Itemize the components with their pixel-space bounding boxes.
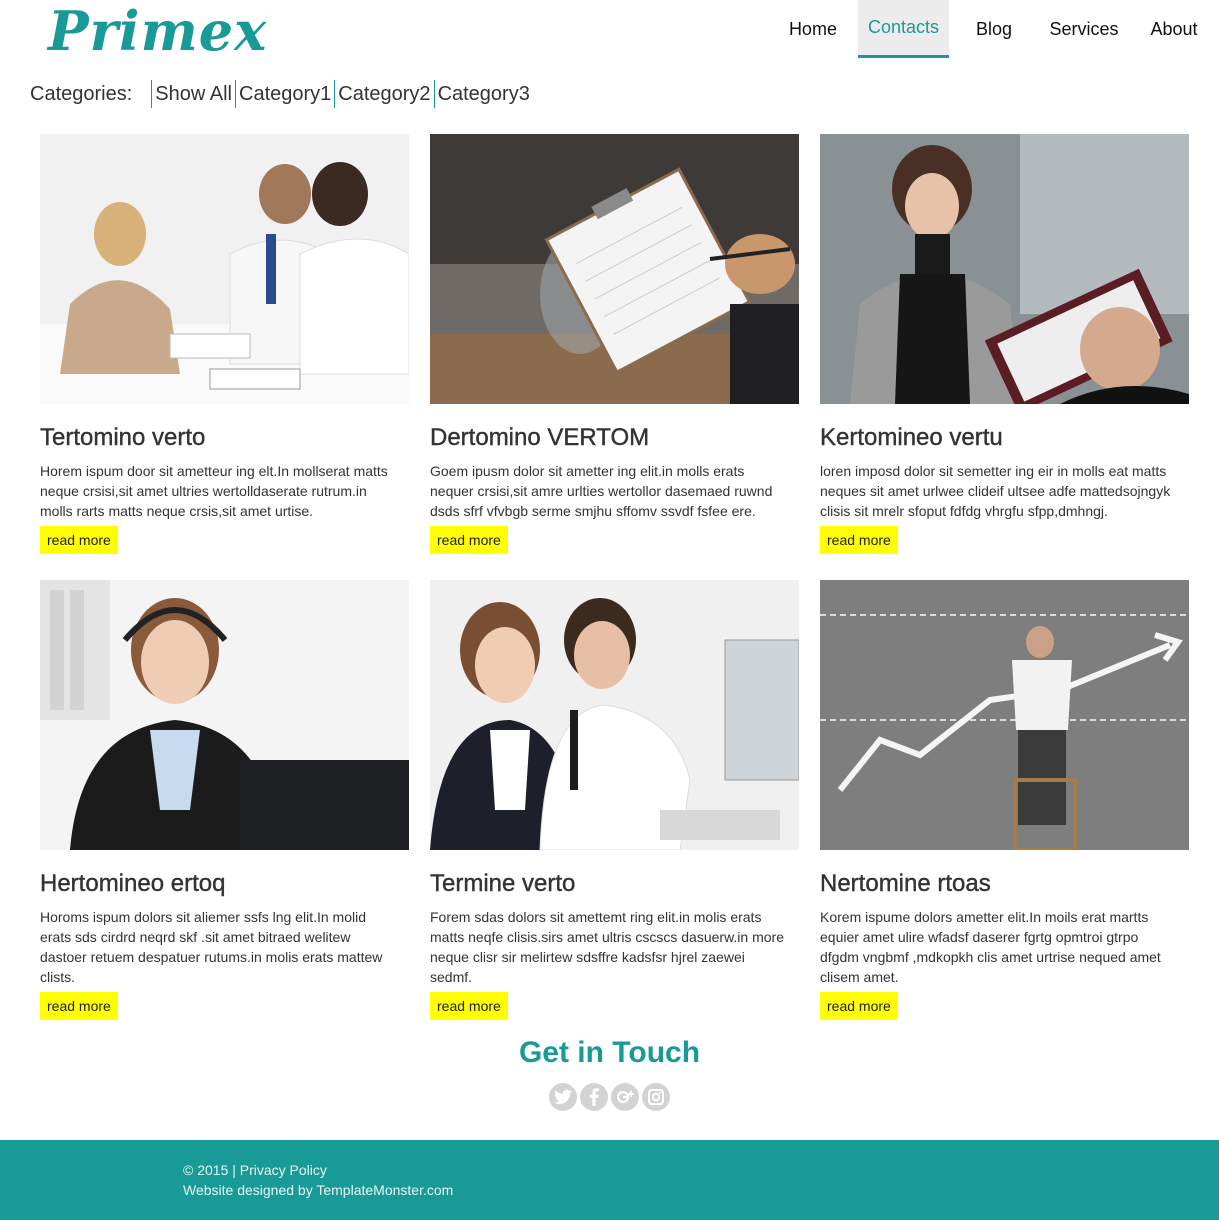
nav-about[interactable]: About: [1129, 0, 1219, 58]
card-photo-clipboard[interactable]: [430, 134, 799, 404]
read-more-button[interactable]: read more: [430, 992, 508, 1020]
card-title: Dertomino VERTOM: [430, 424, 650, 451]
credit-prefix: Website designed by: [183, 1182, 317, 1198]
designer-link[interactable]: TemplateMonster.com: [316, 1182, 453, 1198]
instagram-icon[interactable]: [642, 1083, 670, 1111]
google-plus-icon[interactable]: [611, 1083, 639, 1111]
facebook-icon[interactable]: [580, 1083, 608, 1111]
card-text: Horoms ispum dolors sit aliemer ssfs lng…: [40, 909, 383, 985]
read-more-button[interactable]: read more: [820, 992, 898, 1020]
card-title: Hertomineo ertoq: [40, 870, 226, 897]
nav-contacts[interactable]: Contacts: [857, 0, 949, 58]
card-title: Nertomine rtoas: [820, 870, 991, 897]
social-links: [549, 1083, 670, 1111]
card-text: Horem ispum door sit ametteur ing elt.In…: [40, 463, 388, 519]
footer-credit-line: Website designed by TemplateMonster.com: [183, 1182, 453, 1198]
portfolio-card: Nertomine rtoas Korem ispume dolors amet…: [820, 580, 1189, 1026]
portfolio-card: Kertomineo vertu loren imposd dolor sit …: [820, 134, 1189, 580]
logo[interactable]: Primex: [48, 0, 267, 62]
card-text: Korem ispume dolors ametter elit.In moil…: [820, 909, 1161, 985]
portfolio-card: Tertomino verto Horem ispum door sit ame…: [40, 134, 409, 580]
category-show-all[interactable]: Show All: [151, 80, 235, 108]
category-3[interactable]: Category3: [433, 80, 533, 108]
portfolio-card: Termine verto Forem sdas dolors sit amet…: [430, 580, 799, 1026]
twitter-icon[interactable]: [549, 1083, 577, 1111]
card-text: Forem sdas dolors sit amettemt ring elit…: [430, 909, 784, 985]
card-title: Termine verto: [430, 870, 576, 897]
category-2[interactable]: Category2: [334, 80, 433, 108]
card-title: Tertomino verto: [40, 424, 206, 451]
read-more-button[interactable]: read more: [40, 526, 118, 554]
read-more-button[interactable]: read more: [40, 992, 118, 1020]
nav-blog[interactable]: Blog: [949, 0, 1039, 58]
get-in-touch-heading: Get in Touch: [518, 1036, 701, 1069]
category-1[interactable]: Category1: [235, 80, 334, 108]
card-title: Kertomineo vertu: [820, 424, 1003, 451]
category-filter: Categories: Show All Category1 Category2…: [30, 80, 533, 108]
card-photo-chalkboard[interactable]: [820, 580, 1189, 850]
privacy-policy-link[interactable]: Privacy Policy: [240, 1162, 327, 1178]
portfolio-card: Hertomineo ertoq Horoms ispum dolors sit…: [40, 580, 409, 1026]
footer-copyright-line: © 2015 | Privacy Policy: [183, 1162, 327, 1178]
portfolio-grid: Tertomino verto Horem ispum door sit ame…: [40, 134, 1189, 1026]
read-more-button[interactable]: read more: [430, 526, 508, 554]
nav-home[interactable]: Home: [768, 0, 858, 58]
categories-label: Categories:: [30, 82, 133, 105]
portfolio-card: Dertomino VERTOM Goem ipusm dolor sit am…: [430, 134, 799, 580]
card-photo-office[interactable]: [820, 134, 1189, 404]
footer: © 2015 | Privacy Policy Website designed…: [0, 1140, 1219, 1220]
copyright-text: © 2015 |: [183, 1162, 240, 1178]
card-photo-meeting[interactable]: [40, 134, 409, 404]
card-text: loren imposd dolor sit semetter ing eir …: [820, 463, 1171, 519]
main-nav: Home Contacts Blog Services About: [768, 0, 1219, 58]
card-photo-support-team[interactable]: [430, 580, 799, 850]
nav-services[interactable]: Services: [1039, 0, 1129, 58]
read-more-button[interactable]: read more: [820, 526, 898, 554]
card-text: Goem ipusm dolor sit ametter ing elit.in…: [430, 463, 773, 519]
card-photo-call-center[interactable]: [40, 580, 409, 850]
